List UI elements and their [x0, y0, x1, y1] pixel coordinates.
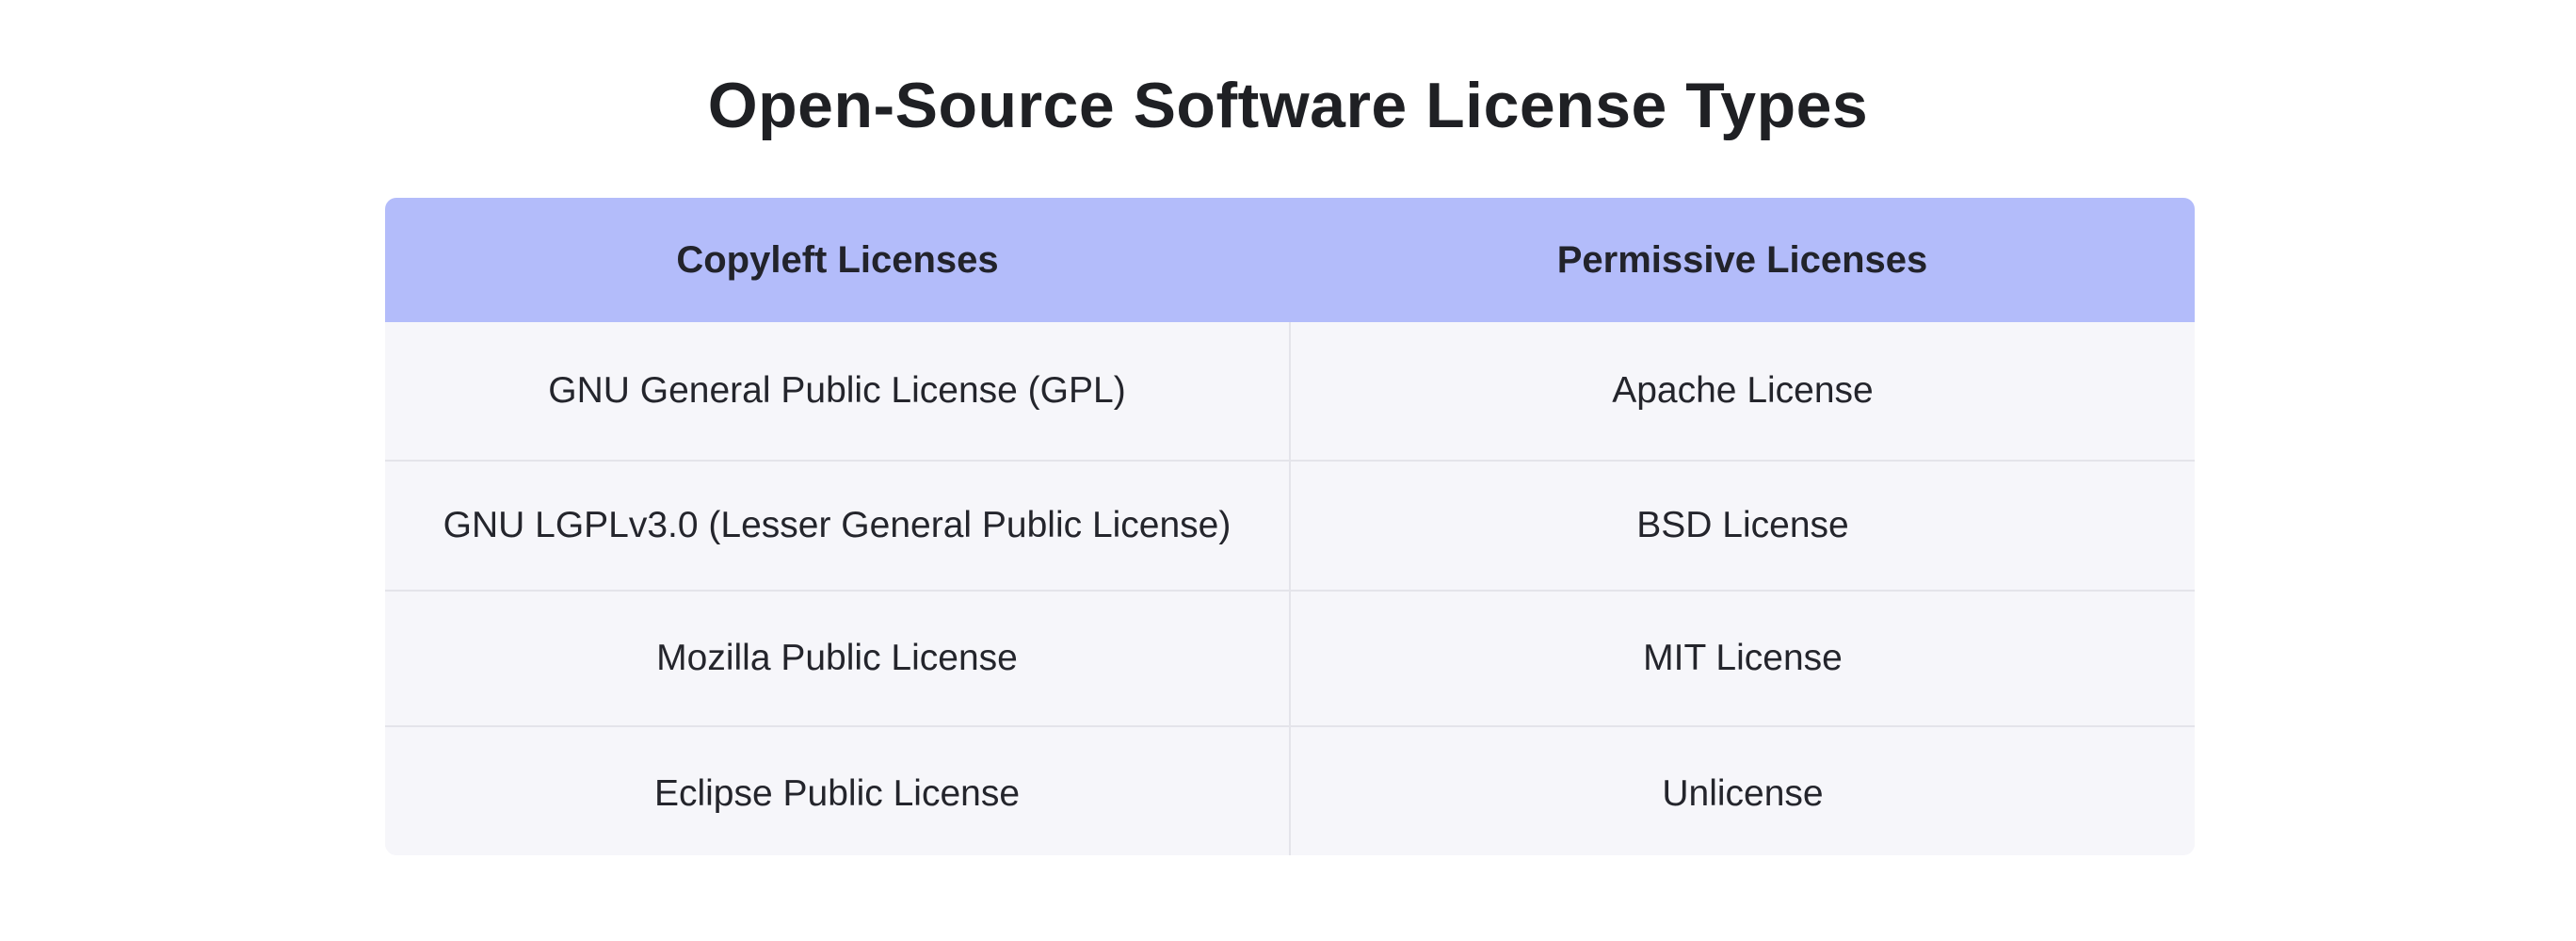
- page-title: Open-Source Software License Types: [707, 70, 1869, 141]
- table-cell-permissive: Apache License: [1612, 370, 1874, 411]
- table-cell-permissive: BSD License: [1636, 505, 1849, 545]
- license-table: Copyleft Licenses Permissive Licenses GN…: [385, 198, 2195, 855]
- table-row: GNU General Public License (GPL) Apache …: [385, 322, 2195, 460]
- page: Open-Source Software License Types Copyl…: [0, 0, 2576, 941]
- table-header-row: Copyleft Licenses Permissive Licenses: [385, 198, 2195, 322]
- table-row: GNU LGPLv3.0 (Lesser General Public Lice…: [385, 460, 2195, 590]
- table-cell-permissive: MIT License: [1643, 638, 1843, 678]
- column-header-copyleft: Copyleft Licenses: [676, 238, 999, 281]
- table-cell-copyleft: Mozilla Public License: [385, 592, 1291, 725]
- table-row: Eclipse Public License Unlicense: [385, 725, 2195, 855]
- column-header-permissive: Permissive Licenses: [1556, 238, 1928, 281]
- table-cell-copyleft: GNU General Public License (GPL): [385, 322, 1291, 460]
- table-row: Mozilla Public License MIT License: [385, 590, 2195, 725]
- table-cell-permissive: Unlicense: [1662, 773, 1824, 814]
- table-cell-copyleft: GNU LGPLv3.0 (Lesser General Public Lice…: [385, 462, 1291, 590]
- table-cell-copyleft: Eclipse Public License: [385, 727, 1291, 855]
